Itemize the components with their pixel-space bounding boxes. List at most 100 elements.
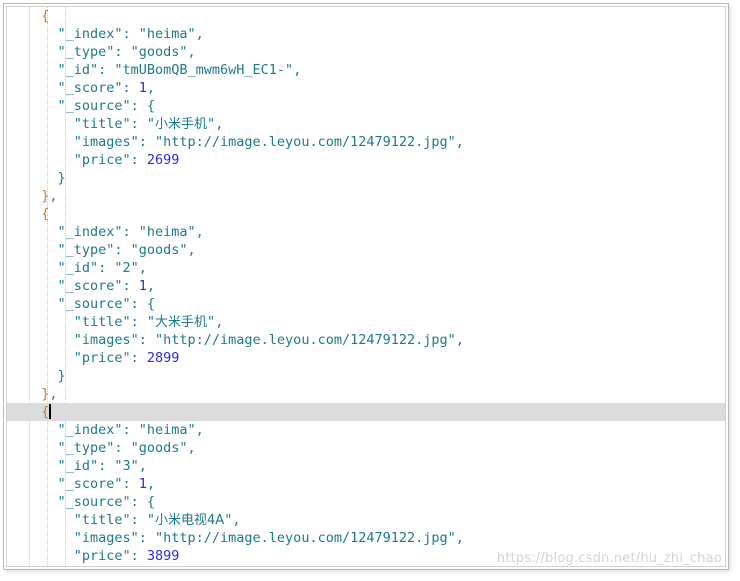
code-line-content: "_id": "2", [57, 259, 146, 277]
code-line-content: "_score": 1, [57, 79, 155, 97]
code-line[interactable]: } [7, 367, 725, 385]
code-token: "title" [73, 512, 131, 528]
code-line-content: "_type": "goods", [57, 241, 195, 259]
code-token: "_source" [57, 296, 131, 312]
code-line-content: { [41, 205, 49, 223]
code-token: : [130, 116, 147, 132]
code-line[interactable]: "price": 2699 [7, 151, 725, 169]
code-token: , [49, 386, 58, 402]
code-token: { [41, 404, 50, 420]
code-line[interactable]: "_score": 1, [7, 79, 725, 97]
code-token: : [122, 80, 139, 96]
code-line-content: "_id": "3", [57, 457, 146, 475]
code-token: : [130, 350, 147, 366]
code-token: , [138, 260, 147, 276]
code-line[interactable]: "title": "大米手机", [7, 313, 725, 331]
code-token: " [146, 512, 156, 528]
code-line[interactable]: "_index": "heima", [7, 25, 725, 43]
code-token: "http://image.leyou.com/12479122.jpg" [155, 530, 456, 546]
code-token: "tmUBomQB_mwm6wH_EC1-" [114, 62, 294, 78]
code-line-content: { [41, 7, 49, 25]
code-token: , [455, 134, 464, 150]
code-line[interactable]: }, [7, 385, 725, 403]
code-line[interactable]: "_source": { [7, 295, 725, 313]
code-token: "price" [73, 152, 131, 168]
code-line-content: "_type": "goods", [57, 43, 195, 61]
code-line[interactable]: "price": 2899 [7, 349, 725, 367]
code-line[interactable]: { [7, 7, 725, 25]
code-line-active[interactable]: { [7, 403, 725, 421]
code-token: : [130, 98, 147, 114]
code-token: 3899 [146, 548, 180, 564]
code-token: { [41, 206, 50, 222]
code-line[interactable]: { [7, 205, 725, 223]
code-token: 1 [138, 278, 147, 294]
code-token: "_type" [57, 44, 115, 60]
code-token: "goods" [130, 44, 188, 60]
code-token: "_type" [57, 440, 115, 456]
code-line[interactable]: "_score": 1, [7, 475, 725, 493]
code-line-content: }, [41, 187, 57, 205]
code-token: "_id" [57, 260, 99, 276]
code-line[interactable]: "images": "http://image.leyou.com/124791… [7, 331, 725, 349]
code-line[interactable]: "_id": "3", [7, 457, 725, 475]
code-line[interactable]: } [7, 169, 725, 187]
code-token: , [187, 440, 196, 456]
code-line[interactable]: "_id": "2", [7, 259, 725, 277]
code-token: , [146, 476, 156, 492]
code-line[interactable]: "_source": { [7, 493, 725, 511]
code-editor-surface[interactable]: {"_index": "heima", "_type": "goods", "_id… [7, 7, 725, 566]
code-line[interactable]: "title": "小米电视4A", [7, 511, 725, 529]
code-line-content: "_score": 1, [57, 475, 155, 493]
code-line[interactable]: }, [7, 187, 725, 205]
code-token: } [57, 368, 66, 384]
code-line-content: "title": "小米电视4A", [74, 511, 241, 530]
code-line[interactable]: "title": "小米手机", [7, 115, 725, 133]
code-token: "_index" [57, 26, 123, 42]
code-line-content: "images": "http://image.leyou.com/124791… [74, 331, 464, 349]
code-token: 大米手机 [155, 315, 208, 330]
code-token: "2" [114, 260, 139, 276]
code-line-content: "_source": { [57, 493, 155, 511]
code-token: "_index" [57, 224, 123, 240]
code-token: "images" [73, 530, 139, 546]
code-token: , [195, 26, 204, 42]
code-token: "http://image.leyou.com/12479122.jpg" [155, 332, 456, 348]
code-token: : [114, 440, 131, 456]
code-line-list: {"_index": "heima", "_type": "goods", "_id… [7, 7, 725, 565]
code-token: "heima" [138, 224, 196, 240]
code-token: , [455, 530, 464, 546]
code-token: "_index" [57, 422, 123, 438]
code-line-content: "_source": { [57, 295, 155, 313]
code-line[interactable]: "_index": "heima", [7, 421, 725, 439]
code-token: "goods" [130, 440, 188, 456]
code-line[interactable]: "_id": "tmUBomQB_mwm6wH_EC1-", [7, 61, 725, 79]
code-token: : [114, 242, 131, 258]
code-line[interactable]: "_score": 1, [7, 277, 725, 295]
code-token: , [215, 116, 224, 132]
code-token: , [49, 188, 58, 204]
code-line[interactable]: "_index": "heima", [7, 223, 725, 241]
code-token: 小米手机 [155, 117, 208, 132]
code-token: "heima" [138, 26, 196, 42]
code-line-content: } [57, 367, 65, 385]
code-line[interactable]: "_source": { [7, 97, 725, 115]
code-token: "goods" [130, 242, 188, 258]
code-line-content: "_source": { [57, 97, 155, 115]
code-token: { [146, 296, 156, 312]
code-line[interactable]: "_type": "goods", [7, 43, 725, 61]
code-token: " [207, 116, 216, 132]
code-token: : [122, 224, 139, 240]
code-line[interactable]: "_type": "goods", [7, 439, 725, 457]
code-token: , [455, 332, 464, 348]
code-line[interactable]: "images": "http://image.leyou.com/124791… [7, 529, 725, 547]
code-token: "images" [73, 134, 139, 150]
code-line[interactable]: "_type": "goods", [7, 241, 725, 259]
code-token: " [207, 314, 216, 330]
code-token: { [41, 8, 50, 24]
code-token: : [98, 260, 115, 276]
code-line[interactable]: "images": "http://image.leyou.com/124791… [7, 133, 725, 151]
code-token: "_type" [57, 242, 115, 258]
code-line-content: "_index": "heima", [57, 421, 203, 439]
code-token: : [130, 152, 147, 168]
